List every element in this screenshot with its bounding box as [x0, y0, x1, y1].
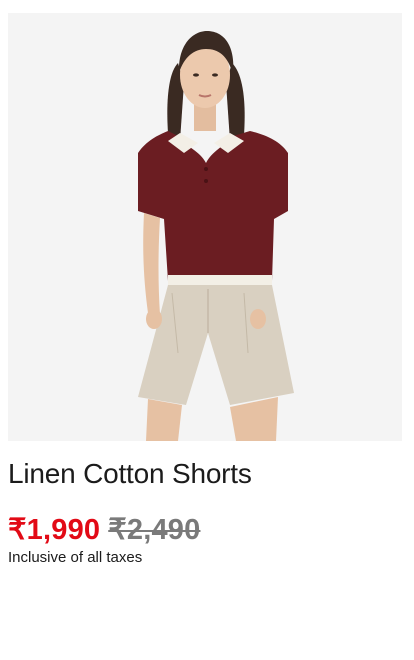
- model-photo: [8, 13, 402, 441]
- tax-note: Inclusive of all taxes: [8, 549, 143, 566]
- original-price: ₹2,490: [108, 514, 201, 546]
- product-title[interactable]: Linen Cotton Shorts: [8, 456, 406, 492]
- price-row: ₹1,990 ₹2,490: [8, 510, 200, 550]
- product-image[interactable]: [8, 13, 402, 441]
- product-card[interactable]: Linen Cotton Shorts ₹1,990 ₹2,490 Inclus…: [0, 0, 414, 660]
- sale-price: ₹1,990: [8, 514, 101, 546]
